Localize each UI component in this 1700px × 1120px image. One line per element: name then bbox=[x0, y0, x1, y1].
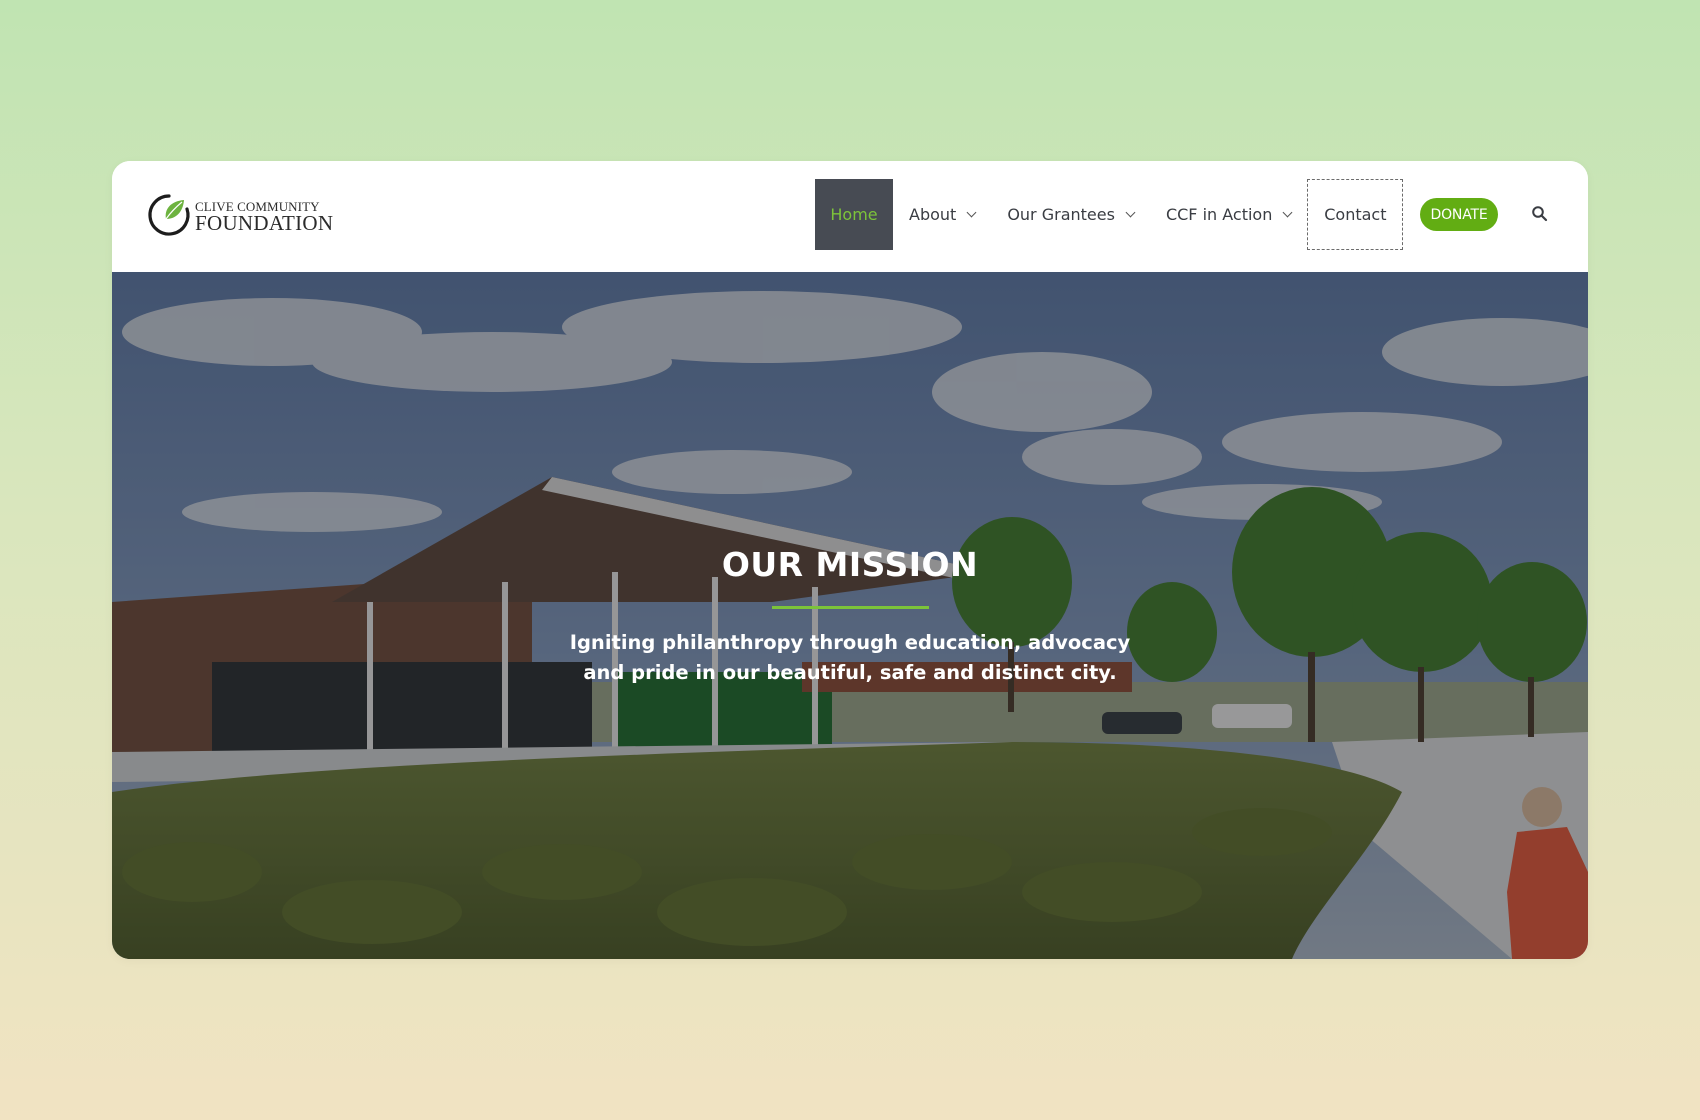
leaf-ring-icon bbox=[148, 194, 190, 236]
hero-banner: OUR MISSION Igniting philanthropy throug… bbox=[112, 272, 1588, 959]
nav-item-label: CCF in Action bbox=[1165, 205, 1273, 224]
nav-item-label: About bbox=[909, 205, 957, 224]
main-nav: Home About Our Grantees CCF in Action Co… bbox=[815, 179, 1404, 250]
nav-item-our-grantees[interactable]: Our Grantees bbox=[991, 179, 1150, 250]
chevron-down-icon bbox=[1282, 207, 1293, 218]
search-icon[interactable] bbox=[1531, 205, 1549, 223]
site-window: Clive Community Foundation Home About Ou… bbox=[112, 161, 1588, 959]
chevron-down-icon bbox=[1125, 207, 1136, 218]
nav-item-ccf-in-action[interactable]: CCF in Action bbox=[1150, 179, 1307, 250]
hero-title: OUR MISSION bbox=[721, 545, 979, 584]
title-underline bbox=[772, 606, 929, 609]
nav-item-label: Contact bbox=[1324, 205, 1387, 224]
donate-button[interactable]: DONATE bbox=[1420, 198, 1498, 231]
logo-text: Clive Community Foundation bbox=[195, 196, 333, 234]
nav-item-contact[interactable]: Contact bbox=[1307, 179, 1404, 250]
logo-line-2: Foundation bbox=[195, 211, 334, 235]
nav-item-about[interactable]: About bbox=[893, 179, 991, 250]
mission-statement: Igniting philanthropy through education,… bbox=[569, 631, 1131, 684]
site-logo[interactable]: Clive Community Foundation bbox=[146, 192, 336, 238]
nav-item-label: Home bbox=[830, 205, 878, 224]
hero-overlay bbox=[112, 272, 1588, 959]
chevron-down-icon bbox=[966, 207, 977, 218]
nav-item-label: Our Grantees bbox=[1007, 205, 1115, 224]
nav-item-home[interactable]: Home bbox=[815, 179, 893, 250]
site-header: Clive Community Foundation Home About Ou… bbox=[112, 161, 1588, 272]
